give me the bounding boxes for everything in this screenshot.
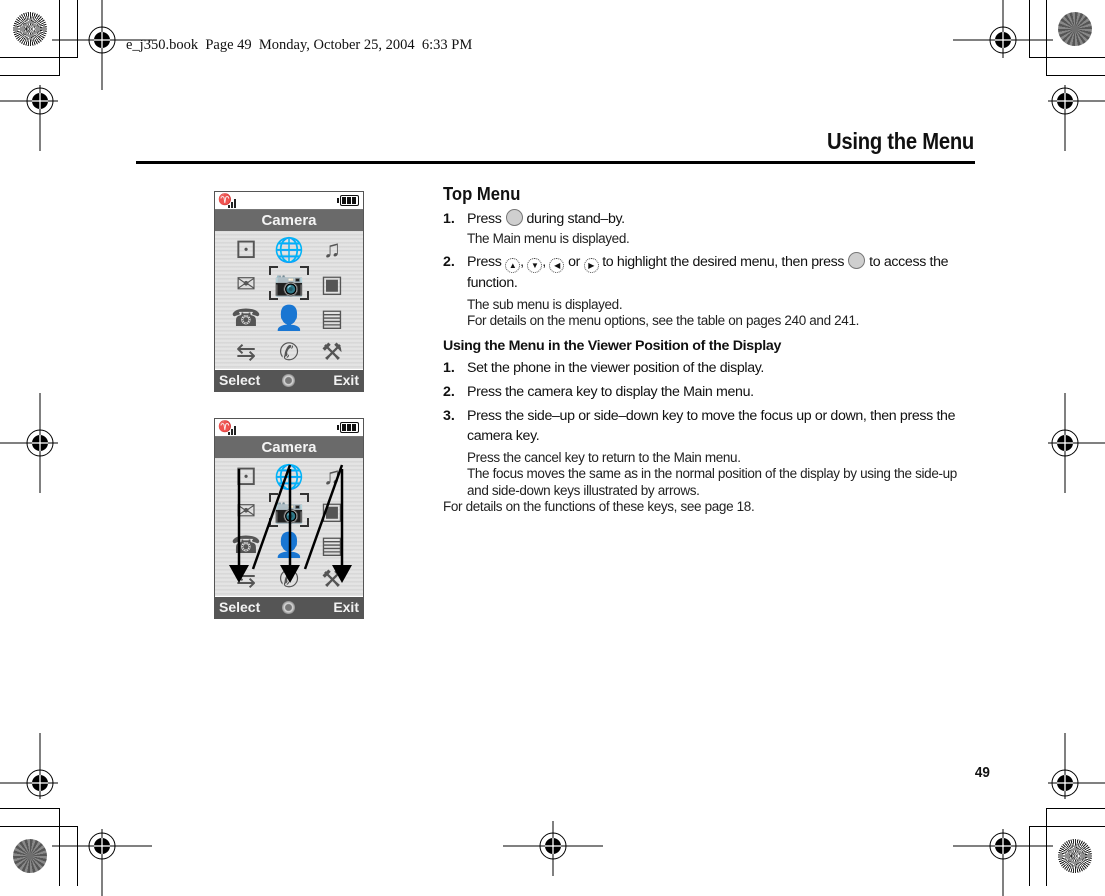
step-number: 3. bbox=[443, 407, 455, 424]
contact-icon[interactable]: 👤 bbox=[271, 303, 307, 333]
text-fragment: , bbox=[542, 253, 546, 270]
signal-strength-icon bbox=[228, 198, 242, 208]
step-note: The Main menu is displayed. bbox=[467, 231, 630, 246]
data-phone-icon[interactable]: ✆ bbox=[271, 564, 307, 594]
section-heading-viewer: Using the Menu in the Viewer Position of… bbox=[443, 337, 782, 354]
phonebook-icon[interactable]: ☎ bbox=[228, 303, 264, 333]
step-number: 1. bbox=[443, 211, 455, 227]
text-fragment: Press bbox=[467, 211, 502, 227]
softkey-exit[interactable]: Exit bbox=[333, 370, 359, 391]
color-target-icon bbox=[1058, 12, 1092, 46]
softkey-select[interactable]: Select bbox=[219, 597, 260, 618]
color-target-icon bbox=[13, 12, 47, 46]
text-fragment: or bbox=[568, 253, 580, 270]
text-fragment: Press bbox=[467, 253, 502, 270]
softkey-exit[interactable]: Exit bbox=[333, 597, 359, 618]
step-text: Press the side–up or side–down key to mo… bbox=[467, 407, 956, 444]
settings-icon[interactable]: ⚒ bbox=[314, 337, 350, 367]
media-icon[interactable]: ♫ bbox=[314, 235, 350, 265]
menu-icon-grid: ⚀ 🌐 ♫ ✉ 📷 ▣ ☎ 👤 ▤ ⇆ ✆ ⚒ bbox=[215, 231, 363, 369]
step-item: 2. Press ▲, ▼, ◀ or ▶ to highlight the d… bbox=[443, 251, 978, 293]
step-number: 1. bbox=[443, 359, 455, 376]
color-target-icon bbox=[1058, 839, 1092, 873]
nav-key-icon[interactable] bbox=[282, 374, 295, 387]
step-text: Press ▲, ▼, ◀ or ▶ to highlight the desi… bbox=[467, 251, 978, 293]
envelope-icon[interactable]: ✉ bbox=[228, 496, 264, 526]
step-number: 2. bbox=[443, 253, 455, 270]
battery-icon bbox=[337, 422, 359, 433]
sim-card-icon[interactable]: ▤ bbox=[314, 303, 350, 333]
status-bar: ♈ bbox=[215, 192, 363, 210]
settings-icon[interactable]: ⚒ bbox=[314, 564, 350, 594]
center-key-icon bbox=[848, 251, 866, 269]
media-icon[interactable]: ♫ bbox=[314, 462, 350, 492]
text-fragment: to highlight the desired menu, then pres… bbox=[602, 253, 845, 270]
phone-screen-normal: ♈ Camera ⚀ 🌐 ♫ ✉ 📷 ▣ ☎ 👤 ▤ ⇆ ✆ ⚒ Select Exit bbox=[214, 191, 364, 392]
step-text: Set the phone in the viewer position of … bbox=[467, 359, 765, 376]
step-item: 1. Set the phone in the viewer position … bbox=[443, 358, 978, 378]
step-note: The focus moves the same as in the norma… bbox=[467, 466, 957, 498]
registration-mark-icon bbox=[953, 829, 1053, 896]
envelope-icon[interactable]: ✉ bbox=[228, 269, 264, 299]
phonebook-icon[interactable]: ☎ bbox=[228, 530, 264, 560]
step-note: The sub menu is displayed. bbox=[467, 296, 623, 312]
step-item: 3. Press the side–up or side–down key to… bbox=[443, 406, 978, 446]
registration-mark-icon bbox=[0, 85, 58, 151]
focus-highlight bbox=[269, 493, 309, 527]
section-heading-top-menu: Top Menu bbox=[443, 183, 521, 204]
sync-icon[interactable]: ⇆ bbox=[228, 564, 264, 594]
registration-mark-icon bbox=[52, 829, 152, 896]
screen-title: Camera bbox=[215, 210, 363, 231]
dice-icon[interactable]: ⚀ bbox=[228, 235, 264, 265]
registration-mark-icon bbox=[1048, 85, 1105, 151]
page-number: 49 bbox=[974, 764, 990, 781]
nav-key-icon[interactable] bbox=[282, 601, 295, 614]
nav-left-key-icon: ◀ bbox=[549, 257, 565, 273]
nav-right-key-icon: ▶ bbox=[583, 257, 599, 273]
softkey-bar: Select Exit bbox=[215, 597, 363, 618]
memory-card-icon[interactable]: ▣ bbox=[314, 269, 350, 299]
step-text: Press during stand–by. bbox=[467, 209, 978, 229]
data-phone-icon[interactable]: ✆ bbox=[271, 337, 307, 367]
print-stamp: e_j350.book Page 49 Monday, October 25, … bbox=[126, 37, 473, 53]
memory-card-icon[interactable]: ▣ bbox=[314, 496, 350, 526]
step-item: 1. Press during stand–by. bbox=[443, 209, 978, 229]
text-fragment: , bbox=[520, 253, 524, 270]
focus-highlight bbox=[269, 266, 309, 300]
battery-icon bbox=[337, 195, 359, 206]
sim-card-icon[interactable]: ▤ bbox=[314, 530, 350, 560]
step-text: Press the camera key to display the Main… bbox=[467, 383, 754, 400]
globe-icon[interactable]: 🌐 bbox=[271, 462, 307, 492]
step-item: 2. Press the camera key to display the M… bbox=[443, 382, 978, 402]
phone-screen-viewer: ♈ Camera ⚀ 🌐 ♫ ✉ 📷 ▣ ☎ 👤 ▤ ⇆ ✆ ⚒ Select Exit bbox=[214, 418, 364, 619]
status-bar: ♈ bbox=[215, 419, 363, 437]
nav-up-key-icon: ▲ bbox=[505, 257, 521, 273]
instructions: Top Menu 1. Press during stand–by. The Ma… bbox=[443, 183, 978, 515]
menu-icon-grid: ⚀ 🌐 ♫ ✉ 📷 ▣ ☎ 👤 ▤ ⇆ ✆ ⚒ bbox=[215, 458, 363, 596]
step-number: 2. bbox=[443, 383, 455, 400]
center-key-icon bbox=[505, 209, 523, 226]
text-fragment: during stand–by. bbox=[526, 211, 626, 227]
sync-icon[interactable]: ⇆ bbox=[228, 337, 264, 367]
dice-icon[interactable]: ⚀ bbox=[228, 462, 264, 492]
page-header-title: Using the Menu bbox=[827, 128, 974, 154]
screen-title: Camera bbox=[215, 437, 363, 458]
signal-strength-icon bbox=[228, 425, 242, 435]
step-note: For details on the menu options, see the… bbox=[467, 313, 859, 328]
step-note: Press the cancel key to return to the Ma… bbox=[467, 449, 741, 465]
registration-mark-icon bbox=[503, 821, 603, 876]
softkey-bar: Select Exit bbox=[215, 370, 363, 391]
globe-icon[interactable]: 🌐 bbox=[271, 235, 307, 265]
footer-note: For details on the functions of these ke… bbox=[443, 499, 755, 514]
color-target-icon bbox=[13, 839, 47, 873]
nav-down-key-icon: ▼ bbox=[527, 257, 543, 273]
registration-mark-icon bbox=[0, 393, 58, 493]
contact-icon[interactable]: 👤 bbox=[271, 530, 307, 560]
header-rule bbox=[136, 161, 975, 164]
softkey-select[interactable]: Select bbox=[219, 370, 260, 391]
registration-mark-icon bbox=[1048, 393, 1105, 493]
